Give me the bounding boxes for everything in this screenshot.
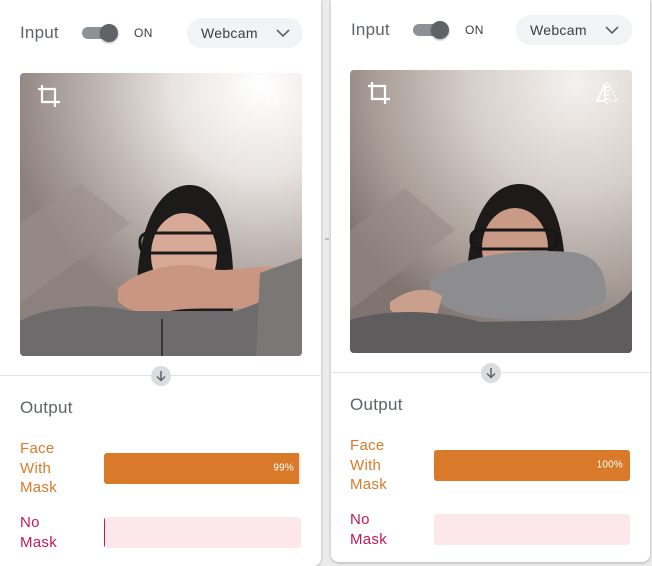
result-row-face-with-mask: Face With Mask 100%: [350, 436, 630, 495]
class-label-line: With: [350, 456, 382, 474]
confidence-bar: [104, 517, 301, 548]
result-row-face-with-mask: Face With Mask 99%: [20, 439, 301, 498]
input-source-dropdown[interactable]: Webcam: [187, 18, 303, 48]
class-label-line: No: [20, 514, 40, 531]
mirror-icon[interactable]: [594, 80, 620, 106]
panel-gap-marker: [325, 238, 329, 240]
class-label-line: Mask: [20, 533, 58, 551]
class-label-line: Mask: [350, 530, 388, 548]
input-source-value: Webcam: [201, 25, 258, 41]
class-label-line: Mask: [350, 476, 388, 493]
input-section: Input ON Webcam: [331, 0, 650, 374]
webcam-frame: [20, 73, 302, 356]
class-label-line: No: [350, 511, 370, 528]
result-row-no-mask: No Mask: [350, 510, 630, 549]
arrow-down-icon: [480, 363, 501, 383]
input-header: Input ON Webcam: [20, 15, 303, 51]
class-label: No Mask: [20, 513, 104, 552]
crop-icon[interactable]: [36, 83, 62, 109]
class-label-line: With: [20, 459, 52, 477]
input-source-value: Webcam: [530, 22, 587, 38]
input-title: Input: [20, 23, 59, 42]
confidence-percent: 100%: [596, 459, 623, 471]
crop-icon[interactable]: [366, 80, 392, 106]
output-section: Output Face With Mask 99% No Mask: [0, 375, 321, 566]
mirror-icon[interactable]: [264, 83, 290, 109]
input-header: Input ON Webcam: [351, 12, 632, 48]
input-section: Input ON Webcam: [0, 0, 321, 374]
class-label: No Mask: [350, 510, 434, 549]
output-section: Output Face With Mask 100% No Mask: [331, 372, 650, 562]
toggle-knob: [100, 24, 118, 42]
class-label: Face With Mask: [350, 436, 434, 495]
output-title: Output: [350, 395, 403, 414]
classifier-panel-right: Input ON Webcam Output Face With Mask 10…: [331, 0, 650, 562]
webcam-frame: [350, 70, 632, 353]
toggle-state-label: ON: [465, 23, 484, 37]
class-label-line: Mask: [20, 479, 58, 496]
stage: Input ON Webcam Output Face With Mask 99…: [0, 0, 652, 566]
confidence-percent: 99%: [273, 462, 294, 474]
confidence-bar: 100%: [434, 449, 630, 481]
output-title: Output: [20, 398, 73, 417]
confidence-bar: [434, 514, 630, 545]
result-row-no-mask: No Mask: [20, 513, 301, 552]
input-title: Input: [351, 20, 390, 39]
class-label-line: Face: [350, 437, 385, 454]
input-toggle[interactable]: [82, 24, 120, 42]
toggle-knob: [431, 21, 449, 39]
confidence-bar: 99%: [104, 452, 301, 484]
arrow-down-icon: [150, 366, 171, 386]
input-toggle[interactable]: [413, 21, 451, 39]
chevron-down-icon: [276, 29, 290, 38]
webcam-preview: [20, 73, 302, 356]
toggle-state-label: ON: [134, 26, 153, 40]
confidence-fill: [104, 517, 106, 548]
webcam-preview: [350, 70, 632, 353]
confidence-fill: [104, 452, 300, 484]
classifier-panel-left: Input ON Webcam Output Face With Mask 99…: [0, 0, 321, 566]
chevron-down-icon: [605, 26, 619, 35]
input-source-dropdown[interactable]: Webcam: [516, 15, 632, 45]
class-label-line: Face: [20, 440, 55, 457]
class-label: Face With Mask: [20, 439, 104, 498]
